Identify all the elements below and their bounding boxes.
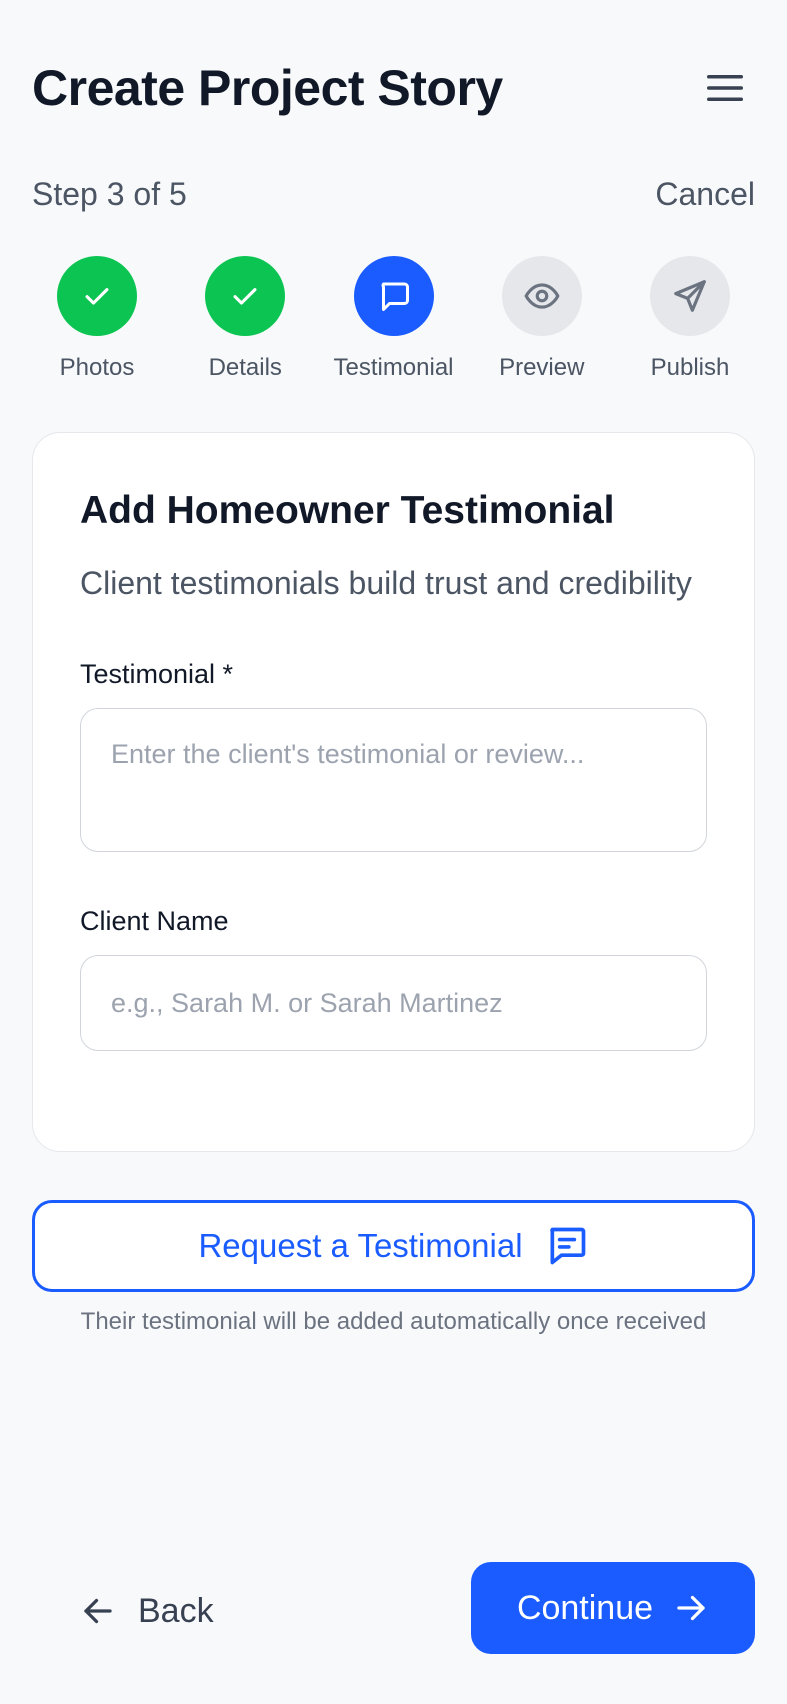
testimonial-textarea[interactable] bbox=[80, 708, 707, 852]
step-publish-circle bbox=[650, 256, 730, 336]
back-button[interactable]: Back bbox=[80, 1584, 214, 1638]
step-details[interactable]: Details bbox=[180, 256, 310, 382]
progress-row: Step 3 of 5 Cancel bbox=[32, 176, 755, 213]
check-icon bbox=[85, 288, 109, 305]
step-label: Photos bbox=[59, 354, 135, 381]
step-photos[interactable]: Photos bbox=[32, 256, 162, 382]
check-icon bbox=[233, 288, 257, 305]
arrow-right-icon bbox=[677, 1595, 705, 1621]
step-label: Details bbox=[208, 354, 282, 381]
step-testimonial-circle bbox=[353, 256, 434, 336]
step-details-circle bbox=[205, 256, 286, 336]
header: Create Project Story bbox=[32, 52, 755, 124]
create-project-story-screen: Create Project Story Step 3 of 5 Cancel … bbox=[0, 0, 787, 1704]
step-indicator: Step 3 of 5 bbox=[32, 176, 187, 212]
card-title: Add Homeowner Testimonial bbox=[80, 489, 615, 532]
cancel-button[interactable]: Cancel bbox=[655, 176, 755, 213]
step-publish[interactable]: Publish bbox=[625, 256, 755, 382]
request-testimonial-button[interactable]: Request a Testimonial bbox=[32, 1200, 755, 1292]
client-name-label: Client Name bbox=[80, 906, 229, 936]
menu-button[interactable] bbox=[695, 58, 755, 118]
step-photos-circle bbox=[57, 256, 137, 336]
hamburger-menu-icon bbox=[707, 75, 743, 101]
message-square-icon bbox=[381, 282, 409, 311]
send-icon bbox=[674, 280, 706, 312]
step-preview-circle bbox=[501, 256, 582, 336]
testimonial-card: Add Homeowner Testimonial Client testimo… bbox=[32, 432, 755, 1152]
step-label: Testimonial bbox=[333, 354, 454, 381]
back-label: Back bbox=[138, 1591, 214, 1630]
continue-button[interactable]: Continue bbox=[471, 1562, 755, 1654]
client-name-input[interactable] bbox=[80, 955, 707, 1051]
continue-label: Continue bbox=[516, 1588, 654, 1627]
step-testimonial[interactable]: Testimonial bbox=[329, 256, 459, 382]
stepper: Photos Details Testimonial Preview Publi… bbox=[32, 256, 755, 382]
eye-icon bbox=[524, 283, 560, 309]
card-subtitle: Client testimonials build trust and cred… bbox=[80, 565, 692, 601]
request-testimonial-label: Request a Testimonial bbox=[198, 1227, 523, 1264]
request-helper-text: Their testimonial will be added automati… bbox=[80, 1308, 707, 1335]
message-lines-icon bbox=[549, 1227, 585, 1265]
page-title: Create Project Story bbox=[32, 60, 503, 116]
testimonial-label: Testimonial * bbox=[80, 659, 234, 689]
arrow-left-icon bbox=[84, 1598, 112, 1624]
step-label: Preview bbox=[499, 354, 585, 381]
step-label: Publish bbox=[650, 354, 730, 381]
step-preview[interactable]: Preview bbox=[477, 256, 607, 382]
